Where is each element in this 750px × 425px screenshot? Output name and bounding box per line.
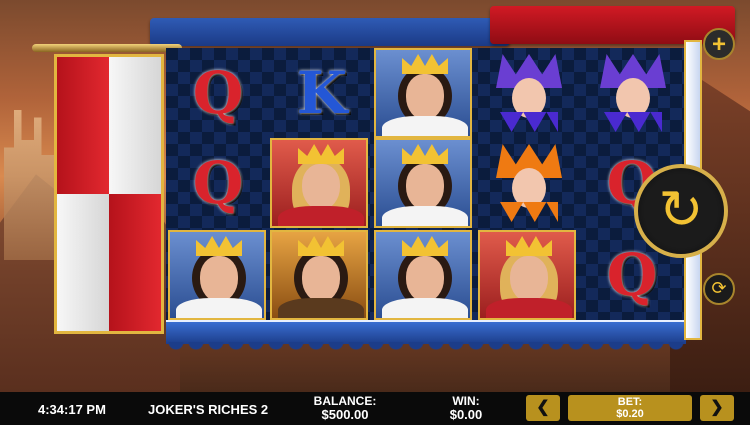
- symbol-queen: [270, 138, 368, 228]
- symbol-jester-purple: [484, 48, 574, 138]
- flag-cell: [109, 57, 161, 126]
- king-robe: [382, 116, 468, 136]
- queen-face: [302, 164, 340, 210]
- crown-icon: [506, 236, 552, 256]
- clock: 4:34:17 PM: [38, 402, 106, 417]
- balance-label: BALANCE:: [313, 394, 377, 408]
- symbol-king-card: K: [296, 59, 348, 127]
- reel-base-scallop: [166, 342, 686, 352]
- crown-icon: [298, 236, 344, 256]
- crown-icon: [298, 144, 344, 164]
- reel-area: Q Q K Q Q: [166, 48, 686, 320]
- blue-top-banner: [150, 18, 510, 46]
- symbol-king: [374, 230, 472, 320]
- balance-value: $500.00: [321, 407, 369, 422]
- crown-icon: [402, 144, 448, 164]
- jester-collar: [604, 112, 662, 132]
- flag-cell: [57, 125, 109, 194]
- king-face: [406, 74, 444, 120]
- win-value: $0.00: [449, 407, 483, 422]
- crown-icon: [196, 236, 242, 256]
- bet-value: $0.20: [616, 408, 644, 420]
- king-robe: [382, 206, 468, 226]
- castle-silhouette: [4, 110, 54, 260]
- symbol-queen: [478, 230, 576, 320]
- game-title: JOKER'S RICHES 2: [148, 402, 269, 417]
- plus-button[interactable]: +: [703, 28, 735, 60]
- king-face: [406, 164, 444, 210]
- queen-face: [510, 256, 548, 302]
- king-face: [200, 256, 238, 302]
- autoplay-button[interactable]: ⟳: [703, 273, 735, 305]
- king-robe: [176, 298, 262, 318]
- reel-base-trim: [166, 320, 686, 344]
- symbol-queen-card: Q: [192, 59, 244, 127]
- symbol-queen-card: Q: [192, 149, 244, 217]
- symbol-jester-purple: [588, 48, 678, 138]
- jester-collar: [500, 112, 558, 132]
- bet-decrease-button[interactable]: ❮: [526, 395, 560, 421]
- symbol-prince: [270, 230, 368, 320]
- red-top-banner: [490, 6, 735, 44]
- spin-button[interactable]: ↻: [634, 164, 728, 258]
- flag-cell: [109, 194, 161, 263]
- flag-cell: [57, 262, 109, 331]
- flag-cell: [109, 125, 161, 194]
- checkered-flag: [54, 54, 164, 334]
- symbol-king: [374, 48, 472, 138]
- symbol-jester-orange: [484, 138, 574, 228]
- bet-label: BET:: [617, 396, 643, 408]
- symbol-king: [374, 138, 472, 228]
- win-label: WIN:: [452, 394, 480, 408]
- symbol-king: [168, 230, 266, 320]
- jester-collar: [500, 202, 558, 222]
- king-face: [406, 256, 444, 302]
- flag-cell: [57, 194, 109, 263]
- balance-display: BALANCE: $500.00: [303, 394, 387, 422]
- bottom-bar: 4:34:17 PM JOKER'S RICHES 2 BALANCE: $50…: [0, 392, 750, 425]
- king-robe: [382, 298, 468, 318]
- prince-face: [302, 256, 340, 302]
- bet-increase-button[interactable]: ❯: [700, 395, 734, 421]
- prince-robe: [278, 298, 364, 318]
- queen-robe: [278, 206, 364, 226]
- flag-cell: [109, 262, 161, 331]
- win-display: WIN: $0.00: [436, 394, 496, 422]
- bet-display: BET: $0.20: [568, 395, 692, 421]
- queen-robe: [486, 298, 572, 318]
- crown-icon: [402, 54, 448, 74]
- flag-pole: [32, 44, 182, 52]
- crown-icon: [402, 236, 448, 256]
- flag-cell: [57, 57, 109, 126]
